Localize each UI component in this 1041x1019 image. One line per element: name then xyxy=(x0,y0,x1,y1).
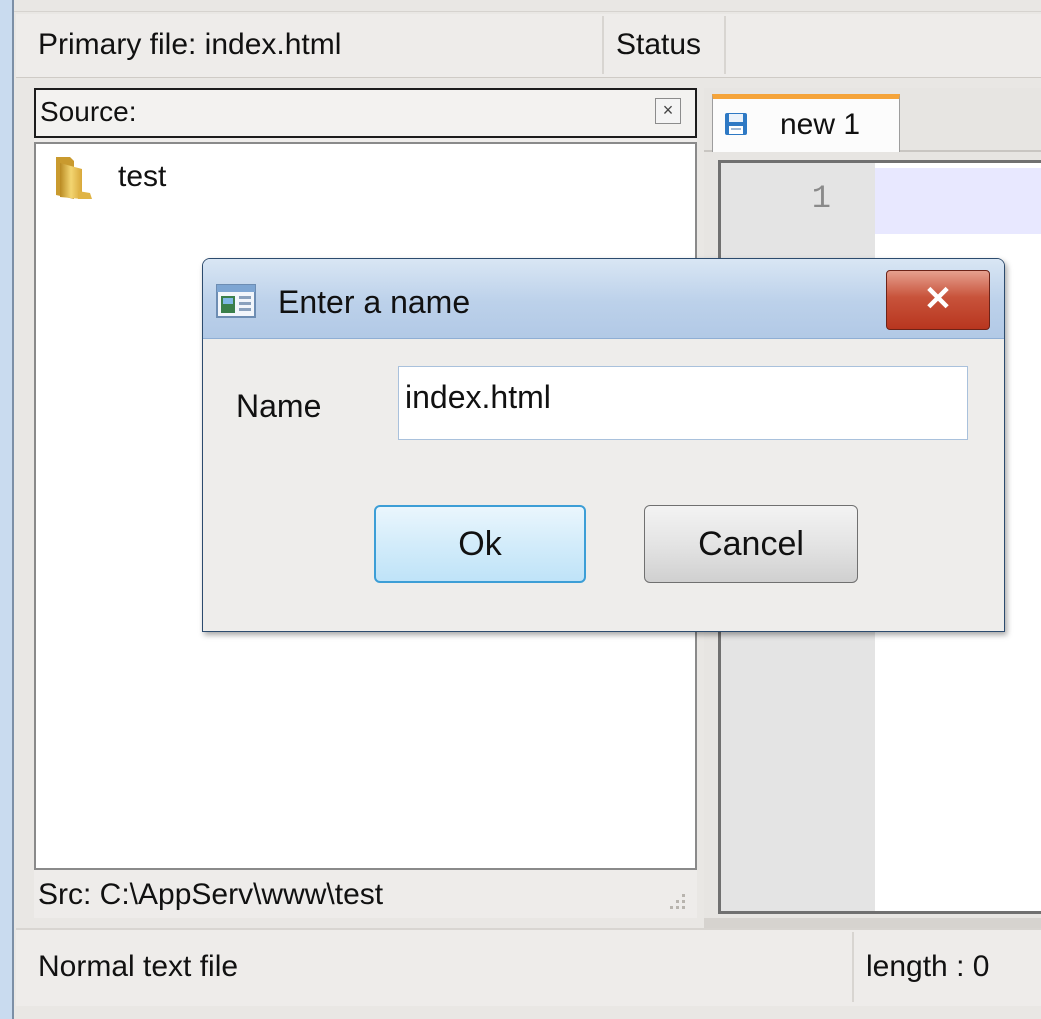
current-line-highlight[interactable] xyxy=(875,168,1041,234)
status-divider xyxy=(724,16,726,74)
resize-grip-icon[interactable] xyxy=(660,888,688,914)
editor-bottom-border xyxy=(704,918,1041,928)
window-app-icon xyxy=(216,284,256,318)
tab-label[interactable]: new 1 xyxy=(780,108,860,142)
status-divider xyxy=(852,932,854,1002)
status-divider xyxy=(602,16,604,74)
source-panel-title: Source: xyxy=(40,96,137,127)
folder-icon[interactable] xyxy=(52,153,96,201)
document-length-label: length : 0 xyxy=(866,950,990,983)
window-left-border xyxy=(0,0,14,1019)
name-field-label: Name xyxy=(236,388,322,424)
primary-file-label: Primary file: index.html xyxy=(38,28,342,61)
window-top-strip xyxy=(14,0,1041,12)
line-number: 1 xyxy=(811,180,831,217)
dialog-title: Enter a name xyxy=(278,284,471,320)
tree-item-label[interactable]: test xyxy=(118,160,166,194)
source-path-label: Src: C:\AppServ\www\test xyxy=(38,878,384,911)
ok-button[interactable]: Ok xyxy=(374,505,586,583)
cancel-button[interactable]: Cancel xyxy=(644,505,858,583)
name-input[interactable] xyxy=(398,366,968,440)
status-label: Status xyxy=(616,28,702,61)
source-panel-close-button[interactable]: × xyxy=(655,98,681,124)
dialog-close-button[interactable]: ✕ xyxy=(886,270,990,330)
save-icon xyxy=(724,112,748,136)
file-type-label: Normal text file xyxy=(38,950,239,983)
